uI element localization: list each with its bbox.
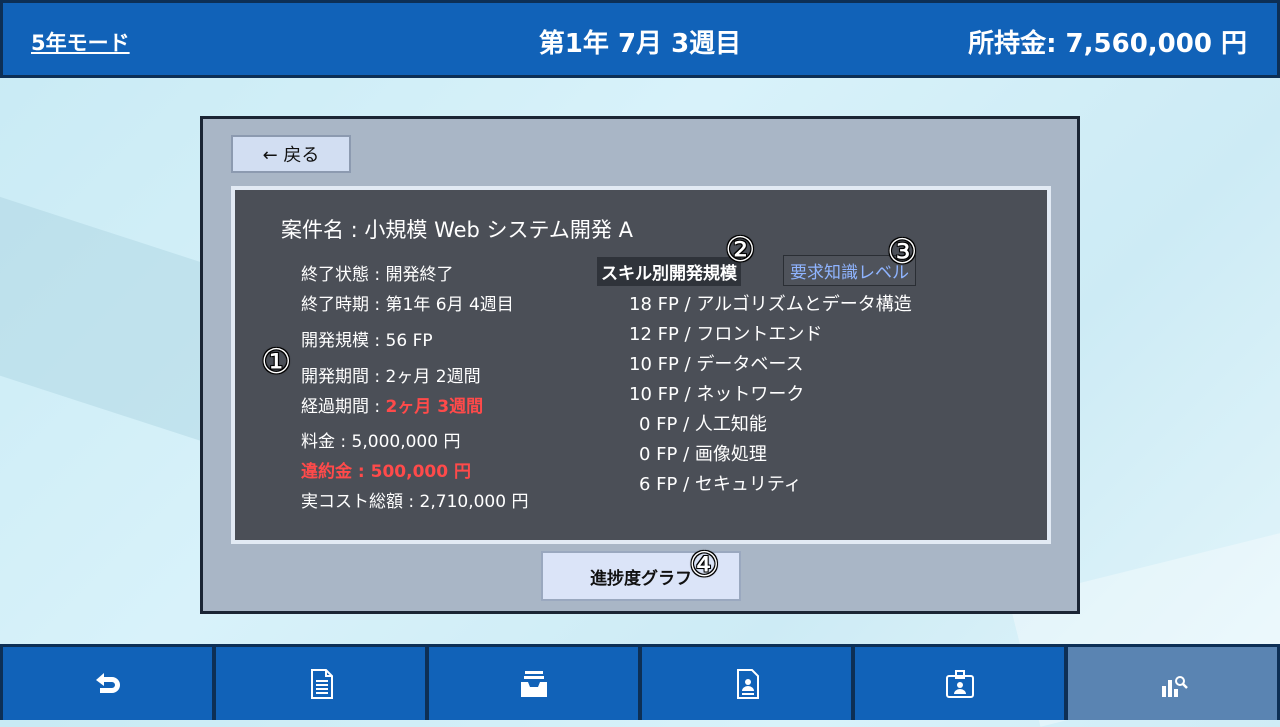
back-button[interactable]: ← 戻る	[231, 135, 351, 173]
annotation-marker-3: ③	[887, 232, 918, 272]
project-info-box: 案件名 : 小規模 Web システム開発 A 終了状態 : 開発終了 終了時期 …	[231, 186, 1051, 544]
person-document-icon	[736, 668, 759, 699]
money-display: 所持金: 7,560,000 円	[968, 29, 1247, 59]
nav-analysis-button[interactable]	[1068, 647, 1277, 720]
skill-item: 12 FP / フロントエンド	[629, 324, 823, 345]
annotation-marker-1: ①	[261, 342, 292, 382]
undo-arrow-icon	[95, 672, 120, 693]
elapsed-period: 経過期間 : 2ヶ月 3週間	[301, 392, 483, 417]
skill-item: 0 FP / 人工知能	[639, 414, 767, 435]
skill-item: 0 FP / 画像処理	[639, 444, 767, 465]
annotation-marker-2: ②	[725, 230, 756, 270]
dev-scale: 開発規模 : 56 FP	[301, 331, 433, 351]
bottom-nav	[0, 644, 1280, 720]
id-badge-icon	[945, 669, 974, 698]
skill-item: 6 FP / セキュリティ	[639, 474, 802, 495]
top-bar: 5年モード 第1年 7月 3週目 所持金: 7,560,000 円	[0, 0, 1280, 78]
chart-search-icon	[1161, 675, 1188, 697]
skill-item: 18 FP / アルゴリズムとデータ構造	[629, 294, 912, 315]
skill-item: 10 FP / データベース	[629, 354, 804, 375]
nav-inbox-button[interactable]	[429, 647, 638, 720]
fee: 料金 : 5,000,000 円	[301, 432, 461, 452]
inbox-tray-icon	[520, 670, 547, 697]
penalty: 違約金 : 500,000 円	[301, 462, 471, 482]
document-list-icon	[310, 668, 333, 699]
elapsed-value: 2ヶ月 3週間	[385, 397, 484, 417]
nav-profile-button[interactable]	[855, 647, 1064, 720]
tab-skill-scale[interactable]: スキル別開発規模	[597, 257, 741, 286]
end-status: 終了状態 : 開発終了	[301, 265, 454, 285]
elapsed-label: 経過期間 :	[301, 397, 386, 417]
nav-back-button[interactable]	[3, 647, 212, 720]
nav-projects-button[interactable]	[216, 647, 425, 720]
total-cost: 実コスト総額 : 2,710,000 円	[301, 492, 529, 512]
dev-period: 開発期間 : 2ヶ月 2週間	[301, 367, 481, 387]
project-title: 案件名 : 小規模 Web システム開発 A	[281, 218, 633, 242]
annotation-marker-4: ④	[689, 545, 720, 585]
skill-item: 10 FP / ネットワーク	[629, 384, 805, 405]
end-time: 終了時期 : 第1年 6月 4週目	[301, 295, 514, 315]
nav-staff-button[interactable]	[642, 647, 851, 720]
project-detail-panel: ← 戻る 案件名 : 小規模 Web システム開発 A 終了状態 : 開発終了 …	[200, 116, 1080, 614]
